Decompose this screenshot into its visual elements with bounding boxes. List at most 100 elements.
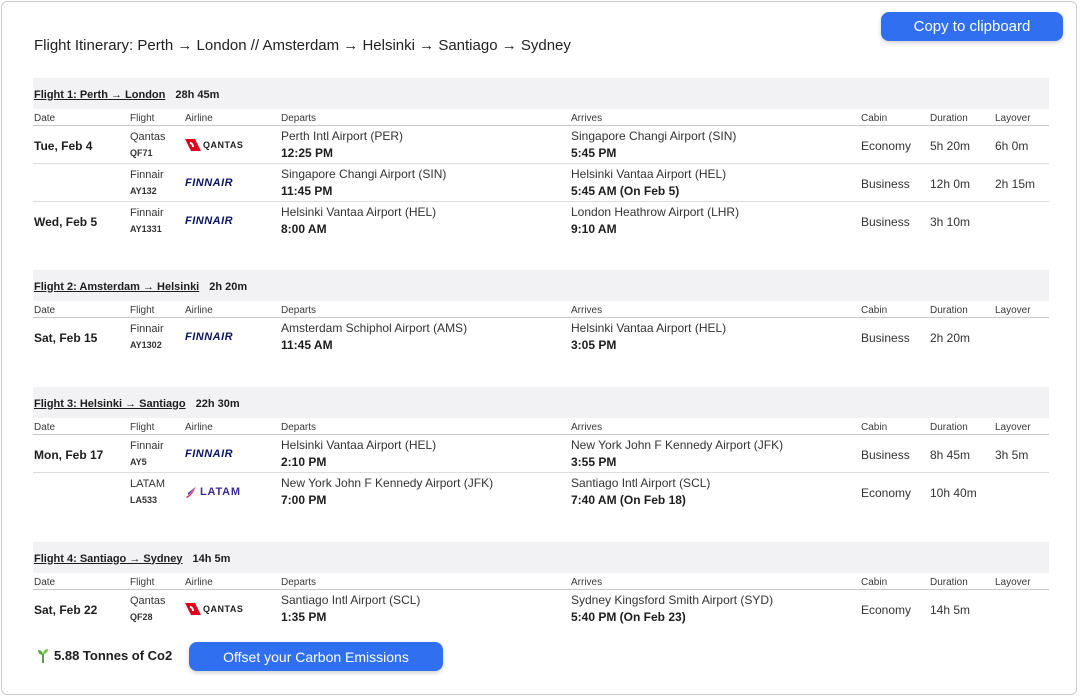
- flight-section: Flight 1: Perth → London 28h 45m Date Fligh…: [33, 78, 1049, 240]
- column-header-airline: Airline: [185, 577, 213, 588]
- date-cell: Sat, Feb 15: [34, 331, 98, 345]
- column-header-flight: Flight: [130, 305, 155, 316]
- section-header: Flight 1: Perth → London 28h 45m: [33, 78, 1049, 109]
- section-total-duration: 14h 5m: [192, 552, 231, 565]
- flight-number: QF28: [130, 612, 153, 622]
- flight-number: QF71: [130, 148, 153, 158]
- offset-carbon-button[interactable]: Offset your Carbon Emissions: [189, 642, 443, 671]
- flight-number: AY132: [130, 186, 157, 196]
- arrival-airport: Helsinki Vantaa Airport (HEL): [571, 167, 727, 181]
- column-headers: Date Flight Airline Departs Arrives Cabin Dura…: [33, 301, 1049, 318]
- column-headers: Date Flight Airline Departs Arrives Cabin Dura…: [33, 109, 1049, 126]
- latam-wordmark: LATAM: [200, 486, 241, 498]
- section-total-duration: 22h 30m: [195, 397, 240, 410]
- date-cell: Mon, Feb 17: [34, 448, 104, 462]
- departure-airport: Amsterdam Schiphol Airport (AMS): [281, 321, 468, 335]
- flight-number: AY5: [130, 457, 147, 467]
- arrival-airport: Sydney Kingsford Smith Airport (SYD): [571, 593, 774, 607]
- column-header-airline: Airline: [185, 305, 213, 316]
- section-header: Flight 3: Helsinki → Santiago 22h 30m: [33, 387, 1049, 418]
- column-header-cabin: Cabin: [861, 577, 888, 588]
- arrival-time: 5:40 PM (On Feb 23): [571, 610, 686, 624]
- flight-row: Sat, Feb 15 Finnair AY1302 Amsterdam Schiph…: [33, 318, 1049, 356]
- section-route-link[interactable]: Flight 1: Perth → London: [34, 89, 165, 101]
- arrival-airport: Singapore Changi Airport (SIN): [571, 129, 737, 143]
- airline-logo: FINNAIR: [185, 329, 233, 345]
- airline-name: Finnair: [130, 207, 164, 219]
- finnair-logo: FINNAIR: [185, 215, 234, 227]
- flight-row: Finnair AY132 Singapore Changi Airport (SI…: [33, 164, 1049, 202]
- copy-to-clipboard-button[interactable]: Copy to clipboard: [881, 12, 1063, 41]
- departure-airport: New York John F Kennedy Airport (JFK): [281, 476, 494, 490]
- airline-name: Qantas: [130, 131, 166, 143]
- kangaroo-icon: [185, 139, 201, 151]
- arrival-time: 7:40 AM (On Feb 18): [571, 493, 686, 507]
- departure-airport: Helsinki Vantaa Airport (HEL): [281, 205, 437, 219]
- cabin-class: Business: [861, 331, 910, 345]
- departure-time: 8:00 AM: [281, 222, 327, 236]
- flight-row: Wed, Feb 5 Finnair AY1331 Helsinki Vantaa A…: [33, 202, 1049, 240]
- column-header-arrives: Arrives: [571, 422, 603, 433]
- flight-duration: 8h 45m: [930, 448, 971, 462]
- column-header-departs: Departs: [281, 577, 317, 588]
- column-header-arrives: Arrives: [571, 113, 603, 124]
- flight-duration: 3h 10m: [930, 215, 971, 229]
- co2-text: 5.88 Tonnes of Co2: [54, 648, 173, 663]
- column-header-layover: Layover: [995, 113, 1031, 124]
- column-header-date: Date: [34, 113, 56, 124]
- section-route-link[interactable]: Flight 2: Amsterdam → Helsinki: [34, 281, 199, 293]
- flight-duration: 2h 20m: [930, 331, 971, 345]
- qantas-logo: QANTAS: [185, 139, 243, 151]
- arrival-airport: London Heathrow Airport (LHR): [571, 205, 740, 219]
- flight-number: AY1331: [130, 224, 162, 234]
- column-header-duration: Duration: [930, 113, 968, 124]
- departure-airport: Santiago Intl Airport (SCL): [281, 593, 421, 607]
- column-header-date: Date: [34, 305, 56, 316]
- layover-duration: 3h 5m: [995, 448, 1029, 462]
- arrival-time: 3:05 PM: [571, 338, 617, 352]
- column-header-flight: Flight: [130, 577, 155, 588]
- departure-airport: Perth Intl Airport (PER): [281, 129, 404, 143]
- co2-summary: 5.88 Tonnes of Co2: [37, 648, 172, 663]
- cabin-class: Economy: [861, 486, 912, 500]
- departure-time: 2:10 PM: [281, 455, 327, 469]
- arrival-time: 5:45 AM (On Feb 5): [571, 184, 680, 198]
- section-route-link[interactable]: Flight 4: Santiago → Sydney: [34, 553, 183, 565]
- finnair-logo: FINNAIR: [185, 448, 234, 460]
- column-header-duration: Duration: [930, 305, 968, 316]
- kangaroo-icon: [185, 603, 201, 615]
- column-header-airline: Airline: [185, 422, 213, 433]
- section-route-link[interactable]: Flight 3: Helsinki → Santiago: [34, 398, 186, 410]
- column-header-cabin: Cabin: [861, 422, 888, 433]
- section-header: Flight 4: Santiago → Sydney 14h 5m: [33, 542, 1049, 573]
- airline-name: LATAM: [130, 478, 166, 490]
- column-header-departs: Departs: [281, 113, 317, 124]
- finnair-logo: FINNAIR: [185, 331, 234, 343]
- section-header: Flight 2: Amsterdam → Helsinki 2h 20m: [33, 270, 1049, 301]
- column-header-cabin: Cabin: [861, 113, 888, 124]
- column-header-layover: Layover: [995, 422, 1031, 433]
- itinerary-panel: Copy to clipboard Flight Itinerary: Pert…: [1, 1, 1077, 695]
- flight-row: Tue, Feb 4 Qantas QF71 Perth Intl Airport (…: [33, 126, 1049, 164]
- column-header-arrives: Arrives: [571, 305, 603, 316]
- departure-airport: Helsinki Vantaa Airport (HEL): [281, 438, 437, 452]
- departure-time: 1:35 PM: [281, 610, 327, 624]
- arrival-time: 9:10 AM: [571, 222, 617, 236]
- arrival-airport: Helsinki Vantaa Airport (HEL): [571, 321, 727, 335]
- flight-duration: 10h 40m: [930, 486, 977, 500]
- column-header-departs: Departs: [281, 305, 317, 316]
- flight-duration: 14h 5m: [930, 603, 971, 617]
- column-headers: Date Flight Airline Departs Arrives Cabin Dura…: [33, 573, 1049, 590]
- airline-logo: QANTAS: [185, 137, 243, 153]
- airline-logo: FINNAIR: [185, 213, 233, 229]
- cabin-class: Business: [861, 215, 910, 229]
- column-header-date: Date: [34, 577, 56, 588]
- column-header-arrives: Arrives: [571, 577, 603, 588]
- arrival-time: 3:55 PM: [571, 455, 617, 469]
- flight-section: Flight 4: Santiago → Sydney 14h 5m Date Fli…: [33, 542, 1049, 628]
- airline-logo: FINNAIR: [185, 446, 233, 462]
- section-total-duration: 28h 45m: [175, 88, 220, 101]
- date-cell: Wed, Feb 5: [34, 215, 98, 229]
- flight-row: LATAM LA533 New York John F Kennedy Airpor…: [33, 473, 1049, 511]
- cabin-class: Economy: [861, 603, 912, 617]
